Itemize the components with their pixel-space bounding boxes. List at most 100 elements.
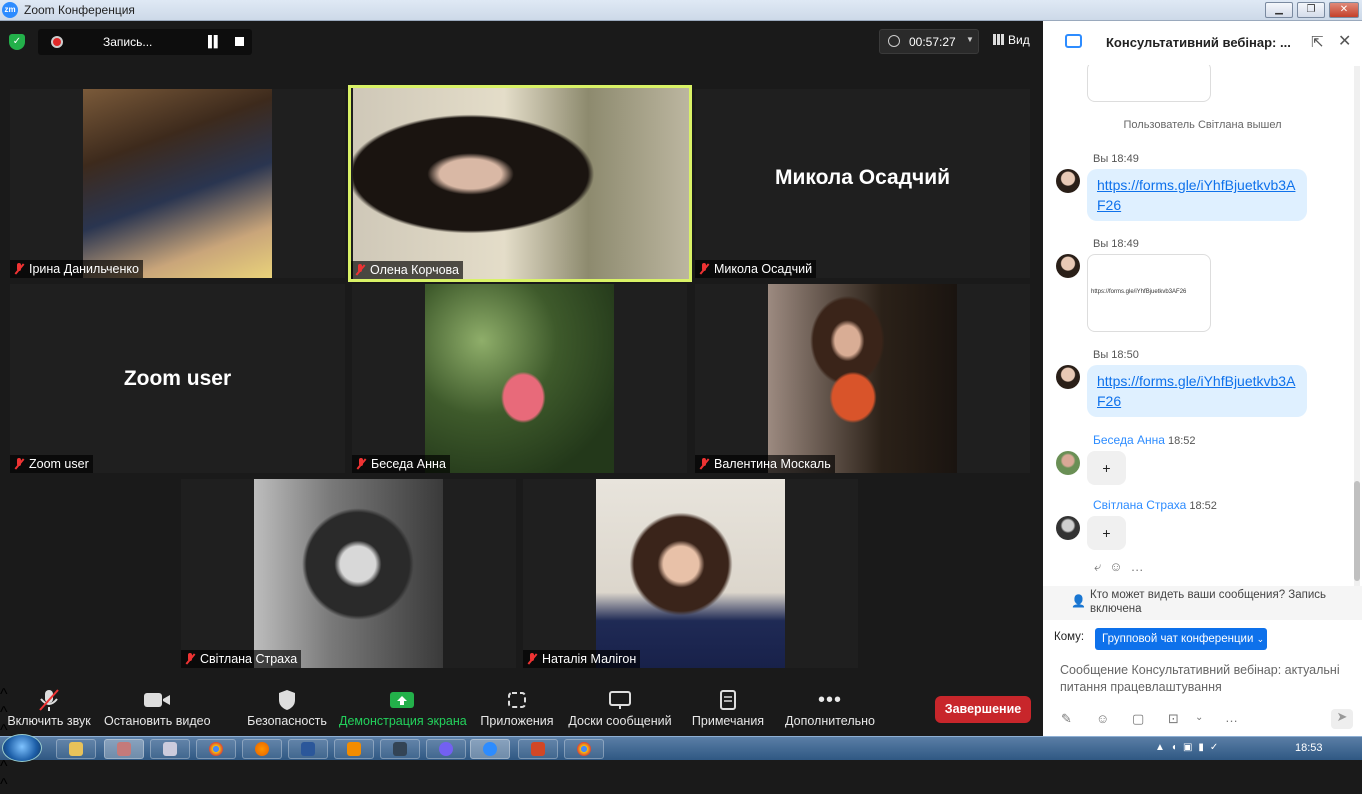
taskbar-app[interactable] [104,739,144,759]
whiteboard-icon [609,691,631,709]
emoji-reaction-icon[interactable]: ☺ [1109,559,1130,574]
participant-tile[interactable]: Микола Осадчий Микола Осадчий [695,89,1030,278]
sender-name[interactable]: Світлана Страха [1093,498,1186,512]
grid-icon [993,34,1004,45]
participant-name: Світлана Страха [200,652,298,666]
notes-label: Примечания [691,714,765,728]
chat-messages: Пользователь Світлана вышел Вы 18:49 htt… [1043,65,1362,585]
minimize-button[interactable]: ▁ [1265,2,1293,18]
text-message: + [1087,451,1126,485]
video-camera-icon [144,693,170,707]
chat-scrollbar[interactable] [1354,66,1360,586]
chevron-down-icon: ⌄ [1256,634,1265,644]
sender-name[interactable]: Беседа Анна [1093,433,1165,447]
stop-recording-button[interactable] [235,37,244,46]
who-can-see-notice[interactable]: 👤 Кто может видеть ваши сообщения? Запис… [1043,586,1362,620]
stop-video-button[interactable]: Остановить видео [104,686,211,736]
maximize-button[interactable]: ❐ [1297,2,1325,18]
taskbar-firefox[interactable] [242,739,282,759]
close-chat-icon[interactable]: ✕ [1338,31,1351,51]
scrollbar-thumb[interactable] [1354,481,1360,581]
zoom-icon [483,742,497,756]
compose-toolbar: ✎ ☺ ▢ ⊡ ⌄ … ➤ [1043,706,1362,732]
pop-out-icon[interactable]: ⇱ [1311,33,1324,51]
chevron-down-icon[interactable]: ▼ [966,35,974,44]
image-message[interactable] [1087,65,1211,102]
participant-big-name: Микола Осадчий [774,165,951,189]
person-icon: 👤 [1071,594,1086,608]
start-button[interactable] [2,734,42,762]
more-dots-icon: ••• [817,688,842,711]
taskbar-vlc[interactable] [334,739,374,759]
participant-tile[interactable]: Ірина Данильченко [10,89,345,278]
notes-button[interactable]: Примечания [690,686,766,736]
view-button[interactable]: Вид [993,33,1030,47]
viber-icon [439,742,453,756]
taskbar-calculator[interactable] [150,739,190,759]
taskbar-save[interactable] [380,739,420,759]
vlc-icon [347,742,361,756]
taskbar-word[interactable] [288,739,328,759]
zoom-logo-icon: zm [2,2,18,18]
whiteboards-options-chevron-icon[interactable]: ^ [0,758,1043,776]
taskbar-chrome-2[interactable] [564,739,604,759]
unmute-button[interactable]: Включить звук [6,686,92,736]
participant-tile[interactable]: Наталія Малігон [523,479,858,668]
taskbar-powerpoint[interactable] [518,739,558,759]
pause-recording-button[interactable]: ▌▌ [208,36,222,48]
floppy-icon [393,742,407,756]
meeting-timer[interactable]: 00:57:27 ▼ [879,29,979,54]
participant-tile-active-speaker[interactable]: Олена Корчова [348,85,692,282]
send-icon[interactable]: ➤ [1331,709,1353,729]
recipient-select[interactable]: Групповой чат конференции ⌄ [1095,628,1267,650]
close-window-button[interactable]: ✕ [1329,2,1359,18]
taskbar-chrome[interactable] [196,739,236,759]
apps-button[interactable]: Приложения [478,686,556,736]
taskbar-clock[interactable]: 18:53 [1295,742,1323,754]
encryption-shield-icon[interactable]: ✓ [9,34,25,50]
message-link[interactable]: https://forms.gle/iYhfBjuetkvb3AF26 [1097,373,1295,409]
message-time: 18:52 [1189,500,1217,512]
participant-name-label: Валентина Москаль [695,455,835,473]
participant-name: Наталія Малігон [542,652,637,666]
reply-icon[interactable]: ⤶ [1094,559,1109,574]
taskbar-viber[interactable] [426,739,466,759]
system-tray-icons[interactable]: ▲◖▣▮✓ [1155,742,1224,753]
participant-tile[interactable]: Світлана Страха [181,479,516,668]
avatar [1056,516,1080,540]
participant-name: Олена Корчова [370,263,459,277]
participant-tile[interactable]: Беседа Анна [352,284,687,473]
mic-muted-icon [39,689,59,711]
notes-options-chevron-icon[interactable]: ^ [0,776,1043,794]
calculator-icon [163,742,177,756]
end-meeting-button[interactable]: Завершение [935,696,1031,723]
share-screen-button[interactable]: Демонстрация экрана [339,686,467,736]
recording-bar: Запись... ▌▌ [38,29,252,55]
emoji-icon[interactable]: ☺ [1096,711,1109,726]
file-icon[interactable]: ▢ [1132,711,1144,727]
message-link[interactable]: https://forms.gle/iYhfBjuetkvb3AF26 [1097,177,1295,213]
message-input[interactable]: Сообщение Консультативний вебінар: актуа… [1060,662,1340,696]
video-feed [83,89,272,278]
security-button[interactable]: Безопасность [247,686,327,736]
more-icon[interactable]: … [1225,710,1238,725]
participant-tile[interactable]: Валентина Москаль [695,284,1030,473]
taskbar-explorer[interactable] [56,739,96,759]
screenshot-icon[interactable]: ⊡ [1168,711,1179,727]
link-message[interactable]: https://forms.gle/iYhfBjuetkvb3AF26 [1087,169,1307,221]
taskbar-zoom[interactable] [470,739,510,759]
more-options-icon[interactable]: … [1131,559,1152,574]
meeting-area: ✓ Запись... ▌▌ 00:57:27 ▼ Вид Ірина Дани… [0,21,1043,686]
format-icon[interactable]: ✎ [1061,711,1072,727]
more-button[interactable]: ••• Дополнительно [783,686,877,736]
participant-name-label: Наталія Малігон [523,650,641,668]
link-message[interactable]: https://forms.gle/iYhfBjuetkvb3AF26 [1087,365,1307,417]
chrome-icon [209,742,223,756]
image-message[interactable]: https://forms.gle/iYhfBjuetkvb3AF26 [1087,254,1211,332]
chevron-down-icon[interactable]: ⌄ [1195,712,1203,723]
recipient-value: Групповой чат конференции [1102,633,1254,645]
participant-tile[interactable]: Zoom user Zoom user [10,284,345,473]
whiteboards-button[interactable]: Доски сообщений [567,686,673,736]
apps-label: Приложения [480,714,554,728]
participant-name-label: Світлана Страха [181,650,302,668]
